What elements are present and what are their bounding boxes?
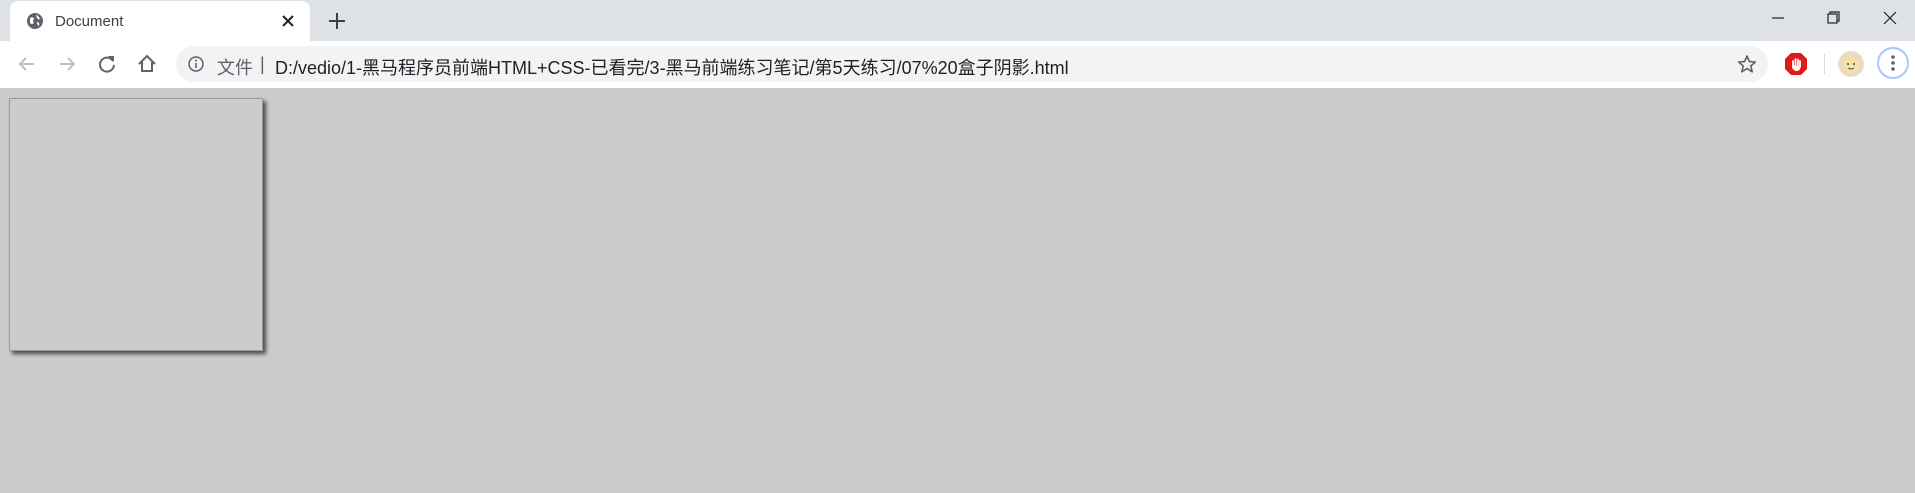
tab-strip: Document — [0, 0, 1915, 41]
avatar[interactable] — [1838, 51, 1864, 77]
forward-arrow-icon[interactable] — [54, 51, 80, 77]
shadow-box — [9, 98, 263, 351]
home-icon[interactable] — [134, 51, 160, 77]
browser-tab[interactable]: Document — [10, 1, 310, 41]
star-icon[interactable] — [1736, 53, 1758, 75]
tab-title: Document — [55, 13, 124, 30]
kebab-menu-icon[interactable] — [1877, 47, 1909, 79]
close-icon[interactable] — [280, 13, 296, 29]
scheme-separator: | — [260, 54, 265, 74]
restore-icon[interactable] — [1819, 7, 1847, 29]
globe-icon — [27, 13, 43, 29]
scheme-label: 文件 — [217, 58, 253, 78]
browser-toolbar: 文件 | D:/vedio/1-黑马程序员前端HTML+CSS-已看完/3-黑马… — [0, 41, 1915, 89]
page-content — [0, 89, 1915, 493]
adblock-hand-icon[interactable] — [1783, 51, 1809, 77]
reload-icon[interactable] — [94, 51, 120, 77]
toolbar-divider — [1824, 54, 1825, 74]
info-icon[interactable] — [188, 56, 204, 72]
address-bar[interactable]: 文件 | D:/vedio/1-黑马程序员前端HTML+CSS-已看完/3-黑马… — [176, 46, 1768, 82]
plus-icon[interactable] — [326, 10, 348, 32]
close-window-icon[interactable] — [1876, 7, 1904, 29]
minimize-icon[interactable] — [1764, 7, 1792, 29]
back-arrow-icon[interactable] — [14, 51, 40, 77]
url-text[interactable]: D:/vedio/1-黑马程序员前端HTML+CSS-已看完/3-黑马前端练习笔… — [275, 54, 1069, 80]
